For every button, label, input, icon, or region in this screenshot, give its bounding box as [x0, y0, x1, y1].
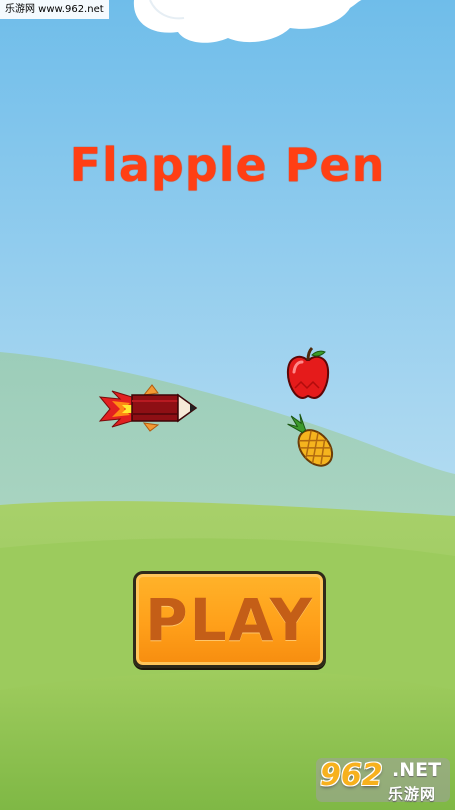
- game-scene: 乐游网 www.962.net Flapple Pen PLAY 962 .NE…: [0, 0, 455, 810]
- pineapple-icon: [287, 413, 334, 467]
- watermark-text: 乐游网 www.962.net: [0, 0, 109, 19]
- play-button[interactable]: PLAY: [133, 571, 326, 668]
- background: [0, 0, 455, 810]
- pen-rocket-icon: [98, 384, 198, 432]
- play-button-label: PLAY: [145, 585, 314, 654]
- apple-icon: [286, 346, 330, 400]
- game-title: Flapple Pen: [69, 138, 386, 192]
- logo-number-text: 962: [320, 758, 383, 793]
- logo-site-text: 乐游网: [388, 785, 437, 803]
- logo-net-text: .NET: [392, 759, 442, 781]
